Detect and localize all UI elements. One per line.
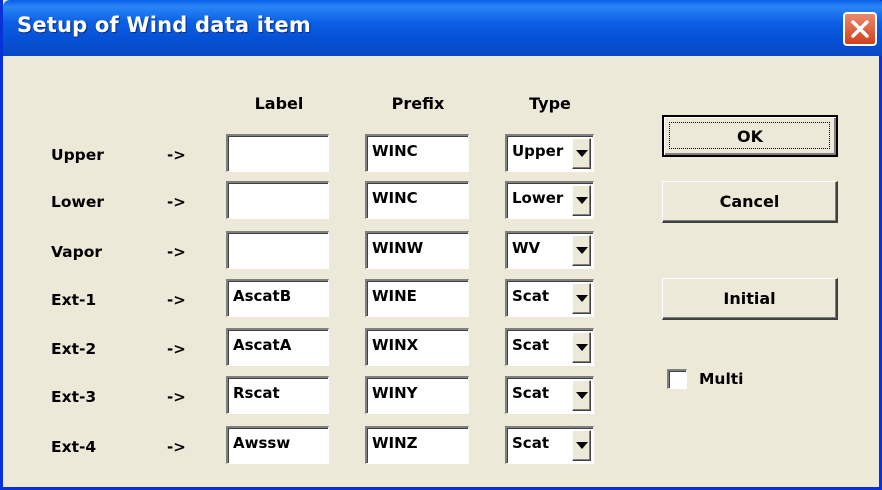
initial-button-label: Initial: [723, 289, 776, 308]
arrow-upper: ->: [167, 146, 186, 164]
label-input-ext-2[interactable]: AscatA: [226, 328, 329, 366]
label-input-upper[interactable]: [226, 134, 329, 172]
type-select-ext-1[interactable]: Scat: [505, 279, 594, 317]
prefix-input-ext-2[interactable]: WINX: [365, 328, 469, 366]
label-input-ext-4[interactable]: Awssw: [226, 426, 329, 464]
type-select-value: Scat: [512, 287, 549, 305]
type-select-lower[interactable]: Lower: [505, 181, 594, 219]
row-label-ext-2: Ext-2: [51, 340, 97, 358]
label-input-vapor[interactable]: [226, 231, 329, 269]
prefix-input-upper[interactable]: WINC: [365, 134, 469, 172]
dropdown-button[interactable]: [572, 283, 591, 314]
type-select-value: Upper: [512, 142, 564, 160]
arrow-ext-1: ->: [167, 291, 186, 309]
label-input-ext-1[interactable]: AscatB: [226, 279, 329, 317]
chevron-down-icon: [576, 442, 588, 449]
window-title: Setup of Wind data item: [17, 13, 311, 37]
cancel-button-label: Cancel: [719, 192, 780, 211]
close-button[interactable]: [843, 12, 877, 46]
dialog-body: Label Prefix Type Upper -> WINC Upper Lo…: [3, 56, 882, 490]
type-select-vapor[interactable]: WV: [505, 231, 594, 269]
row-label-ext-3: Ext-3: [51, 388, 97, 406]
title-bar[interactable]: Setup of Wind data item: [3, 0, 882, 56]
multi-checkbox-label[interactable]: Multi: [699, 370, 744, 388]
label-column-header: Label: [254, 94, 304, 113]
arrow-ext-3: ->: [167, 388, 186, 406]
type-select-ext-2[interactable]: Scat: [505, 328, 594, 366]
dropdown-button[interactable]: [572, 235, 591, 266]
chevron-down-icon: [576, 392, 588, 399]
chevron-down-icon: [576, 247, 588, 254]
arrow-vapor: ->: [167, 243, 186, 261]
prefix-input-ext-3[interactable]: WINY: [365, 376, 469, 414]
label-input-lower[interactable]: [226, 181, 329, 219]
chevron-down-icon: [576, 344, 588, 351]
arrow-ext-4: ->: [167, 438, 186, 456]
row-label-ext-4: Ext-4: [51, 438, 97, 456]
chevron-down-icon: [576, 150, 588, 157]
row-label-lower: Lower: [51, 193, 105, 211]
dropdown-button[interactable]: [572, 380, 591, 411]
type-select-value: Scat: [512, 384, 549, 402]
prefix-input-ext-1[interactable]: WINE: [365, 279, 469, 317]
row-label-vapor: Vapor: [51, 243, 102, 261]
type-select-value: Lower: [512, 189, 564, 207]
type-select-value: Scat: [512, 434, 549, 452]
type-select-value: Scat: [512, 336, 549, 354]
arrow-lower: ->: [167, 193, 186, 211]
prefix-input-vapor[interactable]: WINW: [365, 231, 469, 269]
dropdown-button[interactable]: [572, 430, 591, 461]
ok-button-label: OK: [737, 126, 763, 146]
initial-button[interactable]: Initial: [662, 278, 838, 320]
dropdown-button[interactable]: [572, 138, 591, 169]
arrow-ext-2: ->: [167, 340, 186, 358]
type-select-upper[interactable]: Upper: [505, 134, 594, 172]
type-column-header: Type: [529, 94, 571, 113]
dropdown-button[interactable]: [572, 332, 591, 363]
prefix-input-lower[interactable]: WINC: [365, 181, 469, 219]
dropdown-button[interactable]: [572, 185, 591, 216]
prefix-column-header: Prefix: [391, 94, 445, 113]
type-select-ext-3[interactable]: Scat: [505, 376, 594, 414]
type-select-ext-4[interactable]: Scat: [505, 426, 594, 464]
multi-checkbox[interactable]: [667, 369, 687, 389]
chevron-down-icon: [576, 197, 588, 204]
ok-button[interactable]: OK: [662, 115, 838, 157]
prefix-input-ext-4[interactable]: WINZ: [365, 426, 469, 464]
row-label-ext-1: Ext-1: [51, 291, 97, 309]
close-icon: [851, 20, 869, 38]
cancel-button[interactable]: Cancel: [662, 181, 838, 223]
type-select-value: WV: [512, 239, 541, 257]
row-label-upper: Upper: [51, 146, 104, 164]
label-input-ext-3[interactable]: Rscat: [226, 376, 329, 414]
chevron-down-icon: [576, 295, 588, 302]
dialog-window: Setup of Wind data item Label Prefix Typ…: [0, 0, 882, 490]
